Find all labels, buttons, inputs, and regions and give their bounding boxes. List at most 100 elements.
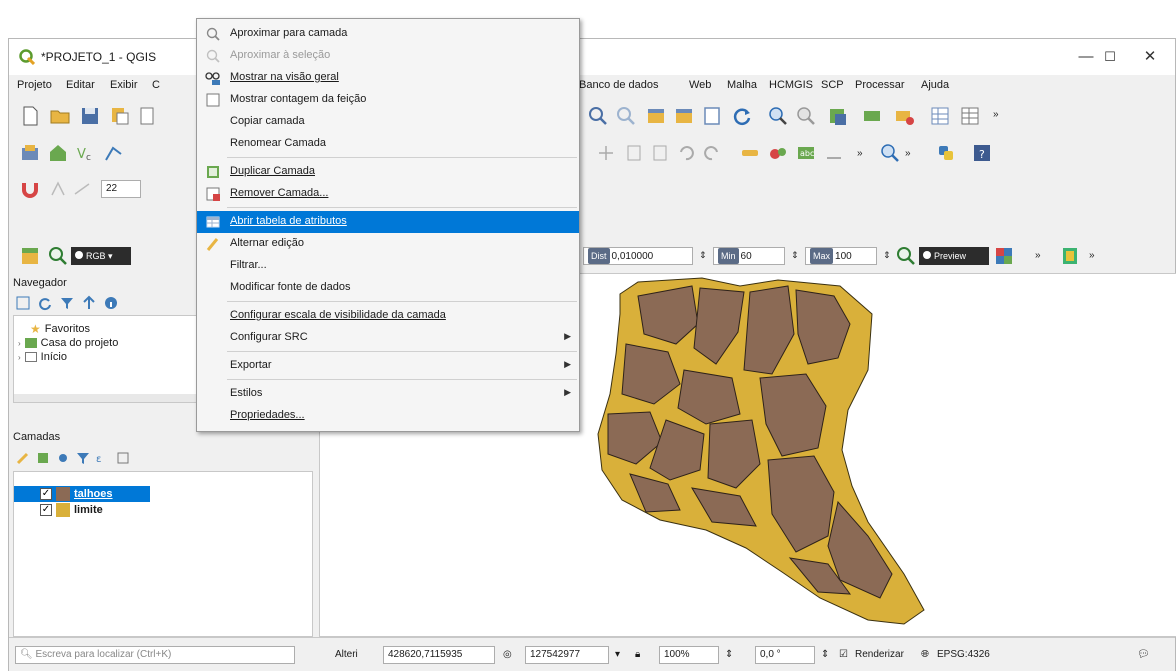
layer-style-icon[interactable] [15,450,31,466]
save-icon[interactable] [79,105,101,127]
copy-features-icon[interactable] [623,142,645,164]
tree-item-favoritos[interactable]: ★ Favoritos [30,322,90,336]
digitize-line-icon[interactable] [103,142,125,164]
select-feature-icon[interactable] [615,105,637,127]
render-checkbox[interactable]: ☑ [839,649,848,660]
redo-icon[interactable] [701,142,723,164]
attribute-table-a-icon[interactable] [645,105,667,127]
tolerance-field[interactable]: 22 [101,180,141,198]
collapse-all-icon[interactable] [81,295,97,311]
menu-projeto[interactable]: Projeto [17,79,52,91]
menu-item-show-in-overview[interactable]: Mostrar na visão geral [197,67,579,89]
tree-item-casa-do-projeto[interactable]: › Casa do projeto [18,336,118,350]
zoom-scp-icon[interactable] [47,245,69,267]
menu-item-set-crs[interactable]: Configurar SRC ▶ [197,327,579,349]
messages-icon[interactable]: 💬︎ [1137,649,1150,660]
expand-arrow-icon[interactable]: › [18,339,21,348]
max-spinner-icon[interactable]: ⇕ [883,250,891,261]
field-calculator-icon[interactable] [701,105,723,127]
crs-button[interactable]: EPSG:4326 [937,649,990,660]
magnet-icon[interactable] [19,178,41,200]
add-layer-icon[interactable] [827,105,849,127]
layer-item-talhoes[interactable]: ✓ talhoes [40,487,113,501]
attribute-table-b-icon[interactable] [673,105,695,127]
rotation-field[interactable]: 0,0 ° [755,646,815,664]
max-field[interactable]: Max 100 [805,247,877,265]
menu-web[interactable]: Web [689,79,711,91]
min-field[interactable]: Min 60 [713,247,785,265]
toolbar-overflow-2-icon[interactable]: » [857,148,863,159]
refresh-icon[interactable] [731,105,753,127]
menu-ajuda[interactable]: Ajuda [921,79,949,91]
notes-icon[interactable] [1059,245,1081,267]
plugin-search-icon[interactable] [879,142,901,164]
refresh-browser-icon[interactable] [37,295,53,311]
snap-segment-icon[interactable] [71,178,93,200]
lock-scale-icon[interactable]: 🔒︎ [635,649,640,660]
menu-item-toggle-editing[interactable]: Alternar edição [197,233,579,255]
rotation-spinner-icon[interactable]: ⇕ [821,649,829,660]
menu-processar[interactable]: Processar [855,79,905,91]
zoom-preview-icon[interactable] [895,245,917,267]
snap-vertex-icon[interactable] [47,178,69,200]
manage-visibility-icon[interactable] [55,450,71,466]
min-spinner-icon[interactable]: ⇕ [791,250,799,261]
add-delimited-text-icon[interactable]: Vc [75,142,97,164]
menu-item-change-data-source[interactable]: Modificar fonte de dados [197,277,579,299]
vertex-tool-icon[interactable] [595,142,617,164]
scp-dock-icon[interactable] [19,245,41,267]
tree-item-inicio[interactable]: › Início [18,350,67,364]
menu-item-copy-layer[interactable]: Copiar camada [197,111,579,133]
dist-field[interactable]: Dist 0,010000 [583,247,693,265]
menu-hcmgis[interactable]: HCMGIS [769,79,813,91]
menu-exibir[interactable]: Exibir [110,79,138,91]
layer-checkbox[interactable]: ✓ [40,504,52,516]
add-wms-icon[interactable] [47,142,69,164]
zoom-out-icon[interactable] [795,105,817,127]
menu-banco-de-dados[interactable]: Banco de dados [579,79,659,91]
extent-toggle-icon[interactable]: ◎ [503,649,512,660]
toolbar-overflow-icon[interactable]: » [993,109,999,120]
expand-arrow-icon[interactable]: › [18,353,21,362]
filter-legend-icon[interactable] [75,450,91,466]
menu-item-rename-layer[interactable]: Renomear Camada [197,133,579,155]
expand-all-icon[interactable] [115,450,131,466]
menu-item-properties[interactable]: Propriedades... [197,405,579,427]
label-tool-icon[interactable] [739,142,761,164]
menu-item-show-feature-count[interactable]: Mostrar contagem da feição [197,89,579,111]
menu-item-zoom-to-layer[interactable]: Aproximar para camada [197,23,579,45]
coordinate-field[interactable]: 428620,7115935 [383,646,495,664]
python-console-icon[interactable] [935,142,957,164]
menu-editar[interactable]: Editar [66,79,95,91]
menu-item-duplicate-layer[interactable]: Duplicar Camada [197,161,579,183]
preview-button[interactable]: Preview [919,247,989,265]
menu-item-open-attribute-table[interactable]: Abrir tabela de atributos [197,211,579,233]
pin-labels-icon[interactable] [767,142,789,164]
filter-expression-icon[interactable]: ε [95,450,111,466]
filter-browser-icon[interactable] [59,295,75,311]
menu-item-filter[interactable]: Filtrar... [197,255,579,277]
show-labels-icon[interactable]: abc [795,142,817,164]
menu-item-styles[interactable]: Estilos ▶ [197,383,579,405]
close-button[interactable]: ✕ [1127,45,1173,69]
menu-item-export[interactable]: Exportar ▶ [197,355,579,377]
new-project-icon[interactable] [19,105,41,127]
dist-spinner-icon[interactable]: ⇕ [699,250,707,261]
open-folder-icon[interactable] [49,105,71,127]
layer-item-limite[interactable]: ✓ limite [40,503,103,517]
menu-malha[interactable]: Malha [727,79,757,91]
toolbar-overflow-3-icon[interactable]: » [905,148,911,159]
add-vector-icon[interactable] [861,105,883,127]
info-icon[interactable] [103,295,119,311]
magnifier-field[interactable]: 100% [659,646,719,664]
grid-icon[interactable] [929,105,951,127]
menu-item-zoom-to-selection[interactable]: Aproximar à seleção [197,45,579,67]
help-icon[interactable]: ? [971,142,993,164]
layer-checkbox[interactable]: ✓ [40,488,52,500]
undo-icon[interactable] [675,142,697,164]
spreadsheet-icon[interactable] [959,105,981,127]
layer-manager-icon[interactable] [19,142,41,164]
add-group-icon[interactable] [35,450,51,466]
new-print-layout-icon[interactable] [109,105,131,127]
scale-field[interactable]: 127542977 [525,646,609,664]
